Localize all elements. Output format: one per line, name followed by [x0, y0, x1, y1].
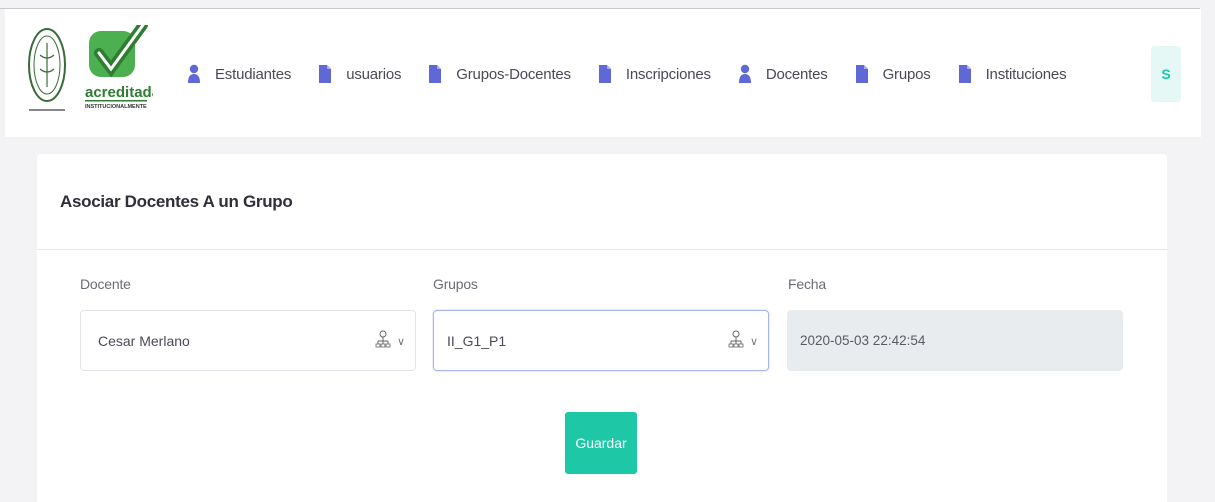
acred-sub-text: INSTITUCIONALMENTE [85, 104, 147, 110]
docente-select[interactable]: Cesar Merlano ∨ [80, 310, 416, 371]
document-icon [318, 64, 332, 84]
fecha-label: Fecha [788, 276, 826, 292]
grupos-selected-value: II_G1_P1 [447, 332, 507, 349]
university-seal-logo [25, 25, 69, 117]
fecha-field: 2020-05-03 22:42:54 [787, 310, 1123, 371]
sitemap-icon [728, 330, 744, 348]
person-icon [187, 64, 201, 84]
nav-item-grupos-docentes[interactable]: Grupos-Docentes [421, 64, 571, 84]
chevron-down-icon: ∨ [396, 335, 405, 348]
document-icon [958, 64, 972, 84]
nav-item-docentes[interactable]: Docentes [731, 64, 828, 84]
save-button[interactable]: Guardar [565, 412, 637, 474]
grupos-label: Grupos [433, 276, 478, 292]
sitemap-icon [375, 330, 391, 348]
grupos-select[interactable]: II_G1_P1 ∨ [433, 310, 769, 371]
select-indicators: ∨ [728, 330, 758, 352]
nav-label: Estudiantes [215, 65, 292, 83]
person-icon [738, 64, 752, 84]
card-header: Asociar Docentes A un Grupo [37, 154, 1167, 250]
document-icon [855, 64, 869, 84]
user-menu-button[interactable]: S [1151, 46, 1181, 102]
nav-item-instituciones[interactable]: Instituciones [951, 64, 1067, 84]
fecha-value: 2020-05-03 22:42:54 [800, 333, 926, 348]
main-nav: Estudiantes usuarios Grupos-Docentes Ins… [180, 61, 1086, 87]
nav-label: Instituciones [985, 65, 1067, 83]
docente-label: Docente [80, 276, 131, 292]
document-icon [598, 64, 612, 84]
acred-text: acreditada [85, 84, 153, 101]
right-gutter [1201, 9, 1215, 502]
nav-item-usuarios[interactable]: usuarios [311, 64, 401, 84]
document-icon [428, 64, 442, 84]
form-card: Asociar Docentes A un Grupo Docente Cesa… [37, 154, 1167, 502]
chevron-down-icon: ∨ [749, 335, 758, 348]
select-indicators: ∨ [375, 330, 405, 352]
nav-label: Docentes [765, 65, 828, 83]
nav-label: Grupos-Docentes [456, 65, 571, 83]
nav-item-inscripciones[interactable]: Inscripciones [591, 64, 711, 84]
nav-label: usuarios [346, 65, 402, 83]
nav-label: Inscripciones [625, 65, 711, 83]
top-navbar: acreditada INSTITUCIONALMENTE Estudiante… [5, 9, 1201, 137]
nav-item-grupos[interactable]: Grupos [848, 64, 931, 84]
nav-item-estudiantes[interactable]: Estudiantes [180, 64, 291, 84]
nav-label: Grupos [882, 65, 931, 83]
docente-selected-value: Cesar Merlano [98, 332, 190, 349]
page-title: Asociar Docentes A un Grupo [60, 191, 293, 211]
acreditada-logo: acreditada INSTITUCIONALMENTE [83, 20, 161, 117]
